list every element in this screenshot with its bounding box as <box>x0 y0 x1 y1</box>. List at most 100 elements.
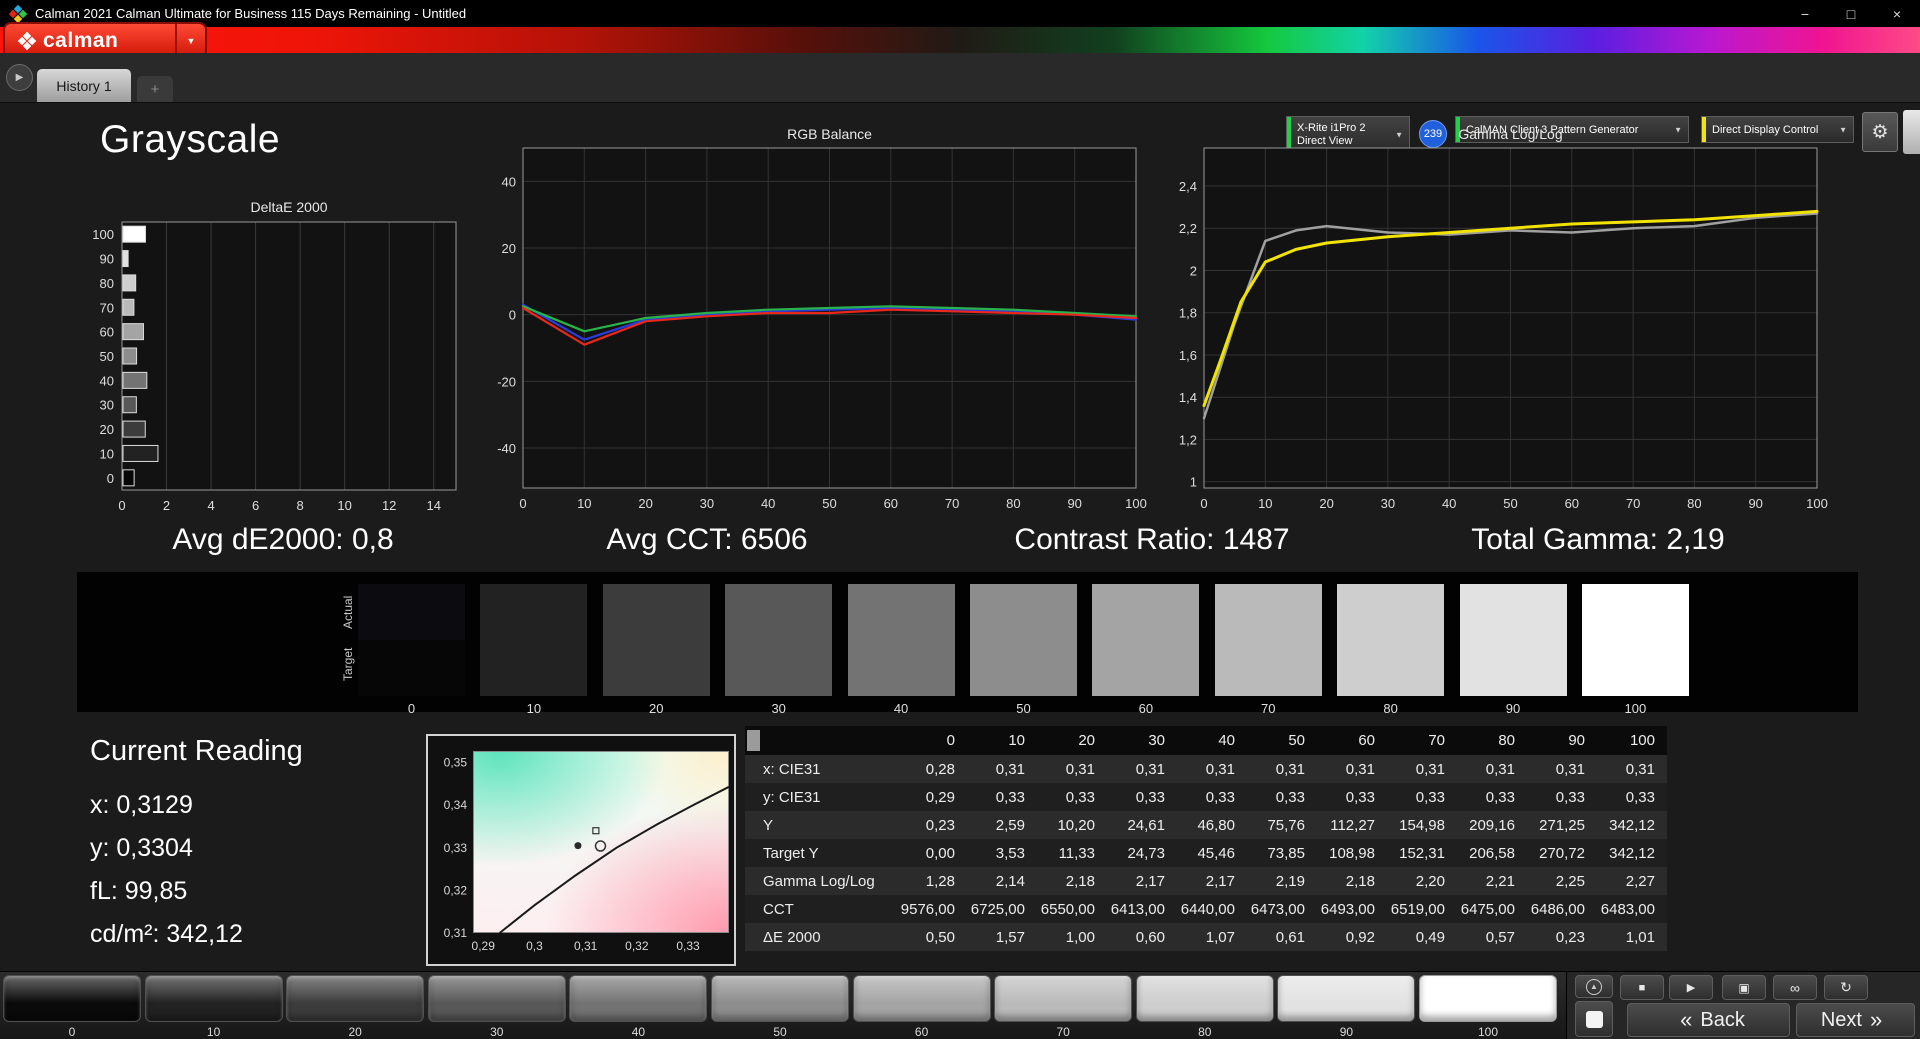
svg-text:4: 4 <box>207 498 214 513</box>
table-cell: 10,20 <box>1057 816 1095 834</box>
table-cell: 0,23 <box>1555 928 1585 946</box>
svg-text:10: 10 <box>577 496 591 511</box>
swatch-level-label: 20 <box>649 701 664 716</box>
table-cell: 1,28 <box>925 872 955 890</box>
swatch-level-label: 40 <box>893 701 909 716</box>
stop-button[interactable]: ■ <box>1620 975 1664 1000</box>
actual-swatch-0 <box>358 584 465 640</box>
pattern-button-40[interactable] <box>569 975 708 1022</box>
grayscale-swatch-60: 60 <box>1092 584 1200 716</box>
continuous-measure-button[interactable]: ∞ <box>1773 975 1817 1000</box>
svg-text:0,31: 0,31 <box>444 926 468 940</box>
add-tab-button[interactable]: + <box>137 76 173 102</box>
swatch-level-label: 90 <box>1505 701 1521 716</box>
target-swatch-50 <box>969 640 1077 696</box>
svg-text:8: 8 <box>297 498 304 513</box>
svg-text:10: 10 <box>1258 496 1272 511</box>
table-cell: 73,85 <box>1267 844 1305 862</box>
table-cell: 0,33 <box>1065 788 1095 806</box>
save-icon: ▣ <box>1738 980 1750 995</box>
refresh-button[interactable]: ↻ <box>1824 975 1868 1000</box>
svg-text:90: 90 <box>1067 496 1081 511</box>
pattern-button-30[interactable] <box>427 975 566 1022</box>
pattern-button-10[interactable] <box>144 975 283 1022</box>
reading-cdm2: cd/m²: 342,12 <box>90 920 243 948</box>
pattern-window-button[interactable] <box>1575 1001 1613 1037</box>
settings-gear-button[interactable]: ⚙ <box>1862 112 1898 152</box>
play-button[interactable]: ▶ <box>1669 975 1713 1000</box>
back-button[interactable]: « Back <box>1627 1003 1790 1037</box>
svg-text:40: 40 <box>502 174 516 189</box>
transport-controls: ▲ ■ ▶ ▣ ∞ ↻ « Back Next » <box>1566 972 1920 1039</box>
svg-text:Gamma Log/Log: Gamma Log/Log <box>1458 126 1562 142</box>
actual-swatch-60 <box>1092 584 1200 640</box>
window-controls: − □ × <box>1782 0 1920 27</box>
pattern-button-60[interactable] <box>852 975 991 1022</box>
table-cell: 0,33 <box>1625 788 1655 806</box>
eject-button[interactable]: ▲ <box>1575 975 1613 998</box>
history-panel-arrow-button[interactable]: ▶ <box>6 64 33 91</box>
table-cell: 342,12 <box>1609 816 1655 834</box>
table-cell: 2,19 <box>1275 872 1305 890</box>
pattern-button-label: 40 <box>631 1025 646 1039</box>
table-row-label: x: CIE31 <box>763 760 821 778</box>
svg-text:70: 70 <box>945 496 959 511</box>
table-cell: 0,33 <box>1555 788 1585 806</box>
target-swatch-80 <box>1337 640 1445 696</box>
stop-icon: ■ <box>1638 981 1646 994</box>
tab-history-1[interactable]: History 1 <box>37 69 131 102</box>
svg-text:20: 20 <box>1319 496 1333 511</box>
logo-wordmark: calman <box>43 28 119 52</box>
maximize-button[interactable]: □ <box>1828 0 1874 27</box>
swatch-level-label: 30 <box>771 701 786 716</box>
grayscale-swatch-30: 30 <box>725 584 833 716</box>
collapse-panel-handle[interactable] <box>1903 110 1920 154</box>
table-cell: 0,31 <box>1065 760 1095 778</box>
table-cell: 3,53 <box>995 844 1025 862</box>
svg-text:1,2: 1,2 <box>1179 432 1197 447</box>
calman-app-icon <box>8 4 28 23</box>
table-cell: 0,60 <box>1135 928 1165 946</box>
table-cell: 0,33 <box>1135 788 1165 806</box>
swatch-level-label: 100 <box>1624 701 1647 716</box>
pattern-button-100[interactable] <box>1419 975 1557 1022</box>
svg-text:2,4: 2,4 <box>1179 179 1197 194</box>
table-col-header: 100 <box>1629 732 1655 749</box>
pattern-button-label: 20 <box>348 1025 362 1039</box>
pattern-button-0[interactable] <box>3 975 141 1022</box>
save-button[interactable]: ▣ <box>1722 975 1766 1000</box>
table-col-header: 70 <box>1428 732 1445 749</box>
pattern-button-50[interactable] <box>711 975 849 1022</box>
swatch-level-label: 10 <box>526 701 542 716</box>
table-row: Target Y 0,00 3,53 11,33 24,73 45,46 73,85 108,… <box>745 839 1667 867</box>
table-cell: 2,18 <box>1065 872 1095 890</box>
reading-fl: fL: 99,85 <box>90 877 188 905</box>
pattern-button-label: 30 <box>490 1025 504 1039</box>
table-row-label: Y <box>763 816 774 834</box>
table-scroll-indicator[interactable] <box>747 730 760 751</box>
pattern-button-20[interactable] <box>286 975 425 1022</box>
table-cell: 0,92 <box>1345 928 1375 946</box>
actual-row-label: Actual <box>341 595 355 629</box>
pattern-button-label: 70 <box>1056 1025 1070 1039</box>
table-row-label: CCT <box>763 900 794 918</box>
table-cell: 0,31 <box>1415 760 1445 778</box>
table-cell: 108,98 <box>1329 844 1375 862</box>
svg-text:70: 70 <box>1626 496 1640 511</box>
deltae2000-chart: DeltaE 20000 2 4 6 8 10 12 14100908070605040302… <box>92 199 457 513</box>
close-button[interactable]: × <box>1874 0 1920 27</box>
minimize-button[interactable]: − <box>1782 0 1828 27</box>
table-cell: 6493,00 <box>1320 900 1375 918</box>
svg-text:0,29: 0,29 <box>472 939 496 953</box>
pattern-button-80[interactable] <box>1135 975 1274 1022</box>
svg-text:0,33: 0,33 <box>444 841 468 855</box>
next-button[interactable]: Next » <box>1796 1003 1915 1037</box>
svg-text:0: 0 <box>519 496 526 511</box>
table-col-header: 40 <box>1218 732 1235 749</box>
svg-text:60: 60 <box>884 496 898 511</box>
pattern-button-90[interactable] <box>1277 975 1416 1022</box>
table-cell: 0,49 <box>1415 928 1445 946</box>
back-chevron-icon: « <box>1680 1007 1693 1032</box>
pattern-button-70[interactable] <box>994 975 1133 1022</box>
table-corner <box>745 726 895 755</box>
